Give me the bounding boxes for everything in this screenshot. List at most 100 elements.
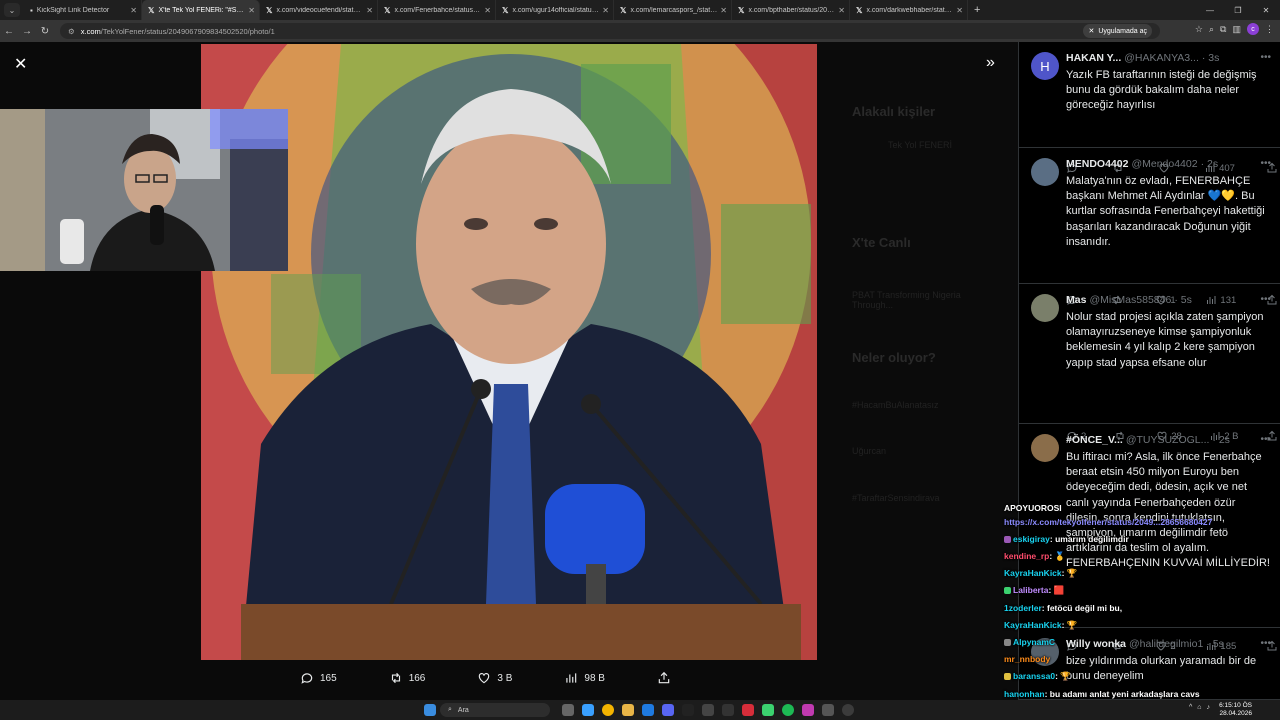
forward-icon[interactable]: →: [18, 26, 36, 37]
tab-1[interactable]: 𝕏X'te Tek Yol FENERi: "#SONDAKİKA"✕: [142, 0, 260, 20]
close-icon[interactable]: ✕: [130, 6, 137, 15]
chat-username[interactable]: KayraHanKick: [1004, 620, 1062, 630]
x-logo-icon: 𝕏: [266, 5, 273, 15]
zoom-icon[interactable]: ⌕: [1209, 24, 1214, 35]
clock[interactable]: 6:15:10 ÖS 28.04.2026: [1219, 702, 1252, 718]
chat-username[interactable]: AlpynamC: [1013, 637, 1055, 647]
close-photo-icon[interactable]: ✕: [14, 54, 27, 74]
chat-username[interactable]: eskigiray: [1013, 534, 1050, 544]
new-tab-icon[interactable]: +: [974, 4, 980, 16]
timestamp[interactable]: · 3s: [1202, 52, 1220, 64]
author-name[interactable]: Mas: [1066, 294, 1086, 306]
share-button[interactable]: [657, 671, 671, 685]
more-icon[interactable]: •••: [1260, 294, 1271, 305]
spotify-icon[interactable]: [782, 704, 794, 716]
chat-username[interactable]: baranssa0: [1013, 671, 1055, 681]
copilot-icon[interactable]: [582, 704, 594, 716]
chat-username[interactable]: APOYUOROSI: [1004, 503, 1062, 513]
discord-icon[interactable]: [662, 704, 674, 716]
sidebar-icon[interactable]: ▥: [1232, 24, 1241, 35]
reply-card[interactable]: MENDO4402 @Mendo4402 · 2s ••• Malatya'nı…: [1019, 148, 1280, 306]
chat-username[interactable]: 1zoderler: [1004, 603, 1042, 613]
reply-card[interactable]: Mas @MisMas585846 · 5s ••• Nolur stad pr…: [1019, 284, 1280, 442]
close-icon[interactable]: ✕: [956, 6, 963, 15]
start-icon[interactable]: [424, 704, 436, 716]
app-icon[interactable]: [702, 704, 714, 716]
tab-4[interactable]: 𝕏x.com/ugur14official/status/2049✕: [496, 0, 614, 20]
chat-username[interactable]: kendine_rp: [1004, 551, 1049, 561]
app-icon[interactable]: [682, 704, 694, 716]
app-icon[interactable]: [822, 704, 834, 716]
tab-0[interactable]: ▪ KickSight Link Detector ✕: [24, 0, 142, 20]
taskbar-search[interactable]: ⌕ Ara: [440, 703, 550, 717]
edge-icon[interactable]: [642, 704, 654, 716]
chrome-icon[interactable]: [602, 704, 614, 716]
app-icon[interactable]: [802, 704, 814, 716]
ghost-trend: #TaraftarSensindirava: [852, 493, 940, 503]
back-icon[interactable]: ←: [0, 26, 18, 37]
views-button[interactable]: 98 B: [564, 671, 605, 685]
more-icon[interactable]: •••: [1260, 52, 1271, 63]
file-explorer-icon[interactable]: [622, 704, 634, 716]
more-icon[interactable]: •••: [1260, 158, 1271, 169]
profile-avatar[interactable]: c: [1247, 23, 1259, 35]
chat-username[interactable]: KayraHanKick: [1004, 568, 1062, 578]
close-icon[interactable]: ✕: [720, 6, 727, 15]
avatar[interactable]: [1031, 158, 1059, 186]
close-icon[interactable]: ✕: [838, 6, 845, 15]
like-button[interactable]: 3 B: [477, 671, 512, 685]
window-close-icon[interactable]: ✕: [1252, 6, 1280, 15]
collapse-panel-icon[interactable]: »: [986, 54, 995, 72]
timestamp[interactable]: · 2s: [1212, 434, 1230, 446]
tab-5[interactable]: 𝕏x.com/lemarcaspors_/status/2049✕: [614, 0, 732, 20]
tab-6[interactable]: 𝕏x.com/bpthaber/status/20490 ✕: [732, 0, 850, 20]
tweet-photo[interactable]: [201, 44, 817, 660]
chevron-up-icon[interactable]: ^: [1189, 704, 1192, 711]
author-handle[interactable]: @MisMas585846: [1089, 294, 1171, 306]
author-name[interactable]: MENDO4402: [1066, 158, 1128, 170]
chat-message: eskigiray: umarım değilimdir: [1004, 534, 1129, 544]
avatar[interactable]: H: [1031, 52, 1059, 80]
more-icon[interactable]: •••: [1260, 434, 1271, 445]
chat-badge-icon: [1004, 587, 1011, 595]
author-handle[interactable]: @Mendo4402: [1131, 158, 1197, 170]
task-view-icon[interactable]: [562, 704, 574, 716]
timestamp[interactable]: · 5s: [1174, 294, 1192, 306]
reply-button[interactable]: 165: [300, 671, 337, 685]
author-handle[interactable]: @TUYSUZOGL...: [1126, 434, 1210, 446]
reload-icon[interactable]: ↻: [36, 26, 54, 37]
avatar[interactable]: [1031, 294, 1059, 322]
author-name[interactable]: HAKAN Y...: [1066, 52, 1121, 64]
chat-username[interactable]: hanonhan: [1004, 689, 1045, 699]
star-icon[interactable]: ☆: [1195, 24, 1203, 35]
reply-card[interactable]: H HAKAN Y... @HAKANYA3... · 3s ••• Yazık…: [1019, 42, 1280, 174]
close-icon[interactable]: ✕: [602, 6, 609, 15]
author-name[interactable]: #ÖNCE_V...: [1066, 434, 1123, 446]
tab-3[interactable]: 𝕏x.com/Fenerbahce/status/2049 ✕: [378, 0, 496, 20]
site-info-icon[interactable]: ⚙: [68, 27, 75, 36]
volume-icon[interactable]: ♪: [1207, 704, 1211, 711]
close-icon[interactable]: ✕: [366, 6, 373, 15]
tab-7[interactable]: 𝕏x.com/darkwebhaber/status/20490✕: [850, 0, 968, 20]
repost-button[interactable]: 166: [389, 671, 425, 685]
timestamp[interactable]: · 2s: [1201, 158, 1219, 170]
kick-icon[interactable]: [762, 704, 774, 716]
extensions-icon[interactable]: ⧉: [1220, 24, 1226, 35]
close-icon[interactable]: ✕: [484, 6, 491, 15]
obs-icon[interactable]: [842, 704, 854, 716]
open-in-app-button[interactable]: ✕ Uygulamada aç: [1083, 24, 1152, 38]
chat-username[interactable]: Laliberta: [1013, 585, 1048, 595]
app-icon[interactable]: [742, 704, 754, 716]
avatar[interactable]: [1031, 434, 1059, 462]
menu-icon[interactable]: ⋮: [1265, 24, 1274, 35]
tab-2[interactable]: 𝕏x.com/videocuefendi/status/2049✕: [260, 0, 378, 20]
network-icon[interactable]: ⌂: [1197, 704, 1201, 711]
tab-search-icon[interactable]: ⌄: [4, 3, 20, 17]
minimize-icon[interactable]: —: [1196, 6, 1224, 15]
maximize-icon[interactable]: ❐: [1224, 6, 1252, 15]
author-handle[interactable]: @HAKANYA3...: [1124, 52, 1199, 64]
app-icon[interactable]: [722, 704, 734, 716]
url-input[interactable]: ⚙ x.com/TekYolFener/status/2049067909834…: [60, 23, 1160, 39]
chat-username[interactable]: mr_nnbody: [1004, 654, 1050, 664]
close-icon[interactable]: ✕: [248, 6, 255, 15]
